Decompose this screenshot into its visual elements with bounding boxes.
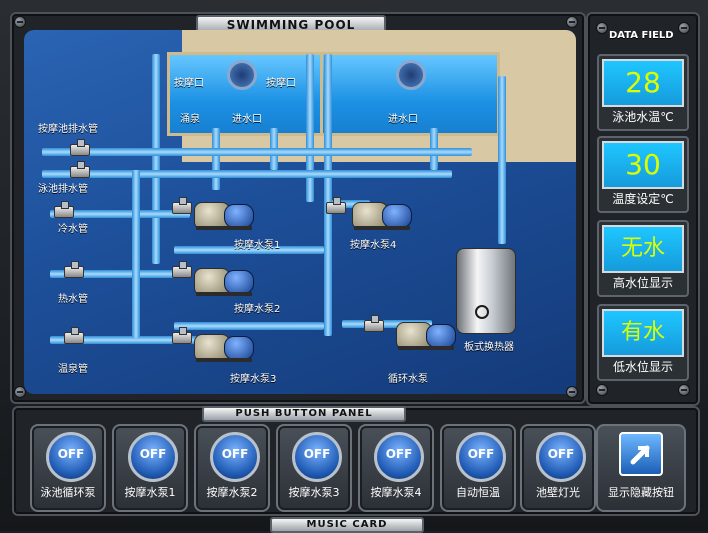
massage-pump-1-button[interactable]: OFF 按摩水泵1 <box>112 424 188 512</box>
low-water-level-card: 有水 低水位显示 <box>597 304 689 381</box>
power-button[interactable]: OFF <box>456 432 506 482</box>
pool-circulation-pump-button[interactable]: OFF 泳池循环泵 <box>30 424 106 512</box>
pool-temperature-label: 泳池水温℃ <box>612 110 674 124</box>
label-pump-1: 按摩水泵1 <box>234 240 281 251</box>
power-button[interactable]: OFF <box>536 432 586 482</box>
button-state: OFF <box>547 447 575 461</box>
pipe <box>42 170 452 178</box>
data-field-title: DATA FIELD <box>609 30 674 41</box>
expand-arrow-icon <box>619 432 663 476</box>
massage-jet-icon <box>396 60 426 90</box>
massage-pump-2-button[interactable]: OFF 按摩水泵2 <box>194 424 270 512</box>
button-label: 按摩水泵4 <box>370 486 422 499</box>
screw-icon <box>566 386 578 398</box>
valve[interactable] <box>172 327 192 344</box>
power-button[interactable]: OFF <box>374 432 424 482</box>
label-pump-2: 按摩水泵2 <box>234 304 281 315</box>
power-button[interactable]: OFF <box>292 432 342 482</box>
label-hot-water-pipe: 热水管 <box>58 294 88 305</box>
temperature-setpoint-value[interactable]: 30 <box>602 141 684 189</box>
label-water-inlet: 进水口 <box>232 114 262 125</box>
valve[interactable] <box>172 197 192 214</box>
pump-icon[interactable] <box>194 196 256 230</box>
button-state: OFF <box>221 447 249 461</box>
data-field-panel: DATA FIELD 28 泳池水温℃ 30 温度设定℃ 无水 高水位显示 有水… <box>586 12 700 406</box>
screw-icon <box>596 22 608 34</box>
valve[interactable] <box>364 315 384 332</box>
pipe <box>42 148 472 156</box>
massage-pump-4-button[interactable]: OFF 按摩水泵4 <box>358 424 434 512</box>
label-jet: 涌泉 <box>180 114 200 125</box>
button-state: OFF <box>467 447 495 461</box>
label-hot-spring-pipe: 温泉管 <box>58 364 88 375</box>
valve[interactable] <box>64 261 84 278</box>
massage-jet-icon <box>227 60 257 90</box>
label-pump-4: 按摩水泵4 <box>350 240 397 251</box>
button-label: 自动恒温 <box>456 486 500 499</box>
toggle-buttons-visibility-button[interactable]: 显示隐藏按钮 <box>596 424 686 512</box>
button-label: 按摩水泵2 <box>206 486 258 499</box>
button-state: OFF <box>303 447 331 461</box>
pump-icon[interactable] <box>194 262 256 296</box>
pump-icon[interactable] <box>194 328 256 362</box>
button-label: 按摩水泵3 <box>288 486 340 499</box>
pool-diagram: 按摩口 按摩口 涌泉 进水口 进水口 按摩池排水管 泳池排水管 冷水管 热水管 … <box>24 30 576 394</box>
label-circulation-pump: 循环水泵 <box>388 374 428 385</box>
high-water-level-card: 无水 高水位显示 <box>597 220 689 297</box>
label-water-inlet: 进水口 <box>388 114 418 125</box>
temperature-setpoint-card: 30 温度设定℃ <box>597 136 689 213</box>
heat-exchanger-icon[interactable] <box>456 248 516 334</box>
toggle-buttons-visibility-label: 显示隐藏按钮 <box>608 486 674 499</box>
button-label: 池壁灯光 <box>536 486 580 499</box>
button-state: OFF <box>57 447 85 461</box>
screw-icon <box>678 22 690 34</box>
app-frame: SWIMMING POOL 按摩口 按摩口 涌泉 进水口 进水口 按摩池排水管 … <box>0 0 708 533</box>
button-state: OFF <box>139 447 167 461</box>
button-label: 泳池循环泵 <box>40 486 96 499</box>
valve[interactable] <box>172 261 192 278</box>
screw-icon <box>14 16 26 28</box>
pipe <box>132 170 140 338</box>
pump-icon[interactable] <box>396 316 458 350</box>
massage-pump-3-button[interactable]: OFF 按摩水泵3 <box>276 424 352 512</box>
valve[interactable] <box>326 197 346 214</box>
screw-icon <box>596 384 608 396</box>
pipe <box>212 128 220 190</box>
valve[interactable] <box>70 139 90 156</box>
temperature-setpoint-label: 温度设定℃ <box>612 192 674 206</box>
push-button-panel-title: PUSH BUTTON PANEL <box>202 406 406 422</box>
label-cold-water-pipe: 冷水管 <box>58 224 88 235</box>
pipe <box>152 54 160 264</box>
valve[interactable] <box>54 201 74 218</box>
valve[interactable] <box>64 327 84 344</box>
power-button[interactable]: OFF <box>128 432 178 482</box>
button-label: 按摩水泵1 <box>124 486 176 499</box>
power-button[interactable]: OFF <box>210 432 260 482</box>
label-massage-outlet: 按摩口 <box>174 78 204 89</box>
label-massage-outlet: 按摩口 <box>266 78 296 89</box>
button-state: OFF <box>385 447 413 461</box>
pipe <box>324 54 332 336</box>
pool-temperature-value: 28 <box>602 59 684 107</box>
screw-icon <box>566 16 578 28</box>
pool-temperature-card: 28 泳池水温℃ <box>597 54 689 131</box>
screw-icon <box>14 386 26 398</box>
auto-thermostat-button[interactable]: OFF 自动恒温 <box>440 424 516 512</box>
valve[interactable] <box>70 161 90 178</box>
push-button-panel: PUSH BUTTON PANEL OFF 泳池循环泵 OFF 按摩水泵1 OF… <box>12 406 700 516</box>
power-button[interactable]: OFF <box>46 432 96 482</box>
high-water-level-value: 无水 <box>602 225 684 273</box>
label-pump-3: 按摩水泵3 <box>230 374 277 385</box>
label-pool-drain-pipe: 泳池排水管 <box>38 184 88 195</box>
screw-icon <box>678 384 690 396</box>
high-water-level-label: 高水位显示 <box>612 276 673 290</box>
low-water-level-value: 有水 <box>602 309 684 357</box>
label-heat-exchanger: 板式换热器 <box>464 342 514 353</box>
pump-icon[interactable] <box>352 196 414 230</box>
label-massage-drain-pipe: 按摩池排水管 <box>38 124 98 135</box>
pipe <box>306 54 314 202</box>
low-water-level-label: 低水位显示 <box>612 360 673 374</box>
pipe <box>498 76 506 244</box>
pool-wall-light-button[interactable]: OFF 池壁灯光 <box>520 424 596 512</box>
